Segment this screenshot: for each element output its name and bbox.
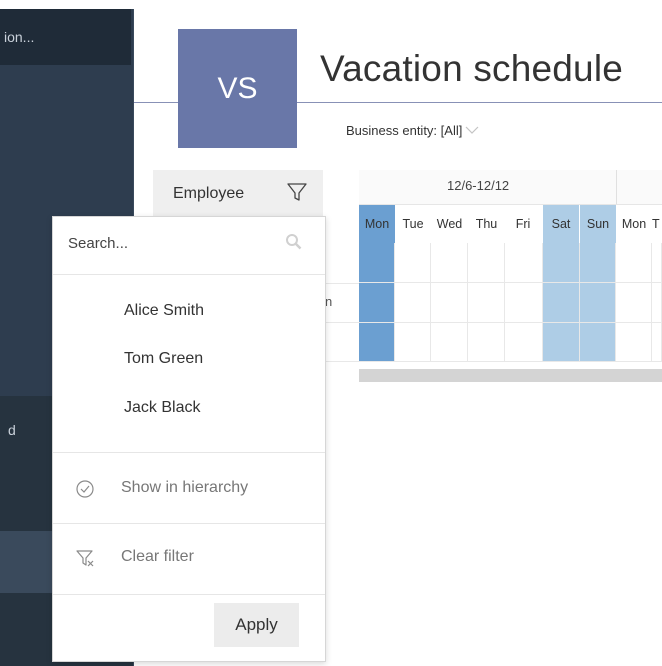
app-logo: VS (178, 29, 297, 148)
clear-filter-option[interactable]: Clear filter (53, 538, 325, 578)
employee-column-header: Employee (153, 170, 323, 216)
grid-cell[interactable] (652, 323, 662, 362)
day-header-sat: Sat (543, 205, 579, 243)
grid-cell[interactable] (543, 323, 580, 362)
day-header-mon: Mon (359, 205, 395, 243)
divider (53, 594, 325, 595)
divider (53, 523, 325, 524)
grid-cell[interactable] (359, 283, 395, 323)
grid-cell[interactable] (431, 283, 468, 323)
nav-item-partial-label: d (8, 422, 16, 438)
grid-cell[interactable] (431, 243, 468, 283)
grid-cell[interactable] (395, 243, 431, 283)
grid-cell[interactable] (505, 323, 543, 362)
day-header-wed: Wed (436, 217, 463, 231)
business-entity-filter[interactable]: Business entity: [All] (346, 123, 479, 138)
grid-cell[interactable] (505, 243, 543, 283)
employee-filter-popup: Alice Smith Tom Green Jack Black Show in… (52, 216, 326, 662)
check-circle-icon (76, 480, 94, 498)
grid-cell[interactable] (395, 323, 431, 362)
chevron-down-icon (465, 126, 479, 134)
divider (53, 274, 325, 275)
divider (53, 452, 325, 453)
day-header-fri: Fri (515, 217, 531, 231)
day-header-tue-2: T (652, 217, 660, 231)
grid-cell[interactable] (652, 243, 662, 283)
day-header-mon-2: Mon (621, 217, 647, 231)
employee-option[interactable]: Jack Black (124, 399, 200, 417)
page-title: Vacation schedule (320, 48, 624, 89)
grid-cell[interactable] (468, 323, 505, 362)
row-separator (323, 322, 359, 323)
employee-header-label: Employee (173, 185, 245, 202)
grid-cell[interactable] (359, 243, 395, 283)
day-header-tue: Tue (402, 217, 424, 231)
grid-cell[interactable] (543, 243, 580, 283)
horizontal-scrollbar[interactable] (359, 369, 662, 382)
grid-cell[interactable] (580, 323, 616, 362)
grid-cell[interactable] (431, 323, 468, 362)
day-header-thu: Thu (475, 217, 498, 231)
week-label: 12/6-12/12 (447, 178, 510, 193)
day-headers: Mon Tue Wed Thu Fri Sat Sun Mon T (359, 205, 662, 243)
grid-cell[interactable] (468, 243, 505, 283)
search-icon (286, 234, 302, 250)
clear-filter-label: Clear filter (121, 548, 194, 565)
grid-cell[interactable] (580, 243, 616, 283)
grid-cell[interactable] (616, 283, 652, 323)
grid-cell[interactable] (543, 283, 580, 323)
nav-item-top[interactable]: ion... (0, 9, 131, 65)
hidden-row-text: n (325, 294, 333, 309)
business-entity-label: Business entity: [All] (346, 123, 463, 138)
row-separator (323, 283, 359, 284)
row-separator (323, 361, 359, 362)
grid-cell[interactable] (616, 323, 652, 362)
grid-cell[interactable] (359, 323, 395, 362)
employee-option[interactable]: Alice Smith (124, 302, 204, 320)
filter-icon[interactable] (286, 181, 308, 203)
show-in-hierarchy-option[interactable]: Show in hierarchy (53, 469, 325, 509)
apply-button[interactable]: Apply (214, 603, 299, 647)
nav-item-top-label: ion... (4, 29, 35, 45)
week-header: 12/6-12/12 (359, 170, 662, 205)
show-in-hierarchy-label: Show in hierarchy (121, 479, 249, 496)
grid-cell[interactable] (616, 243, 652, 283)
grid-cell[interactable] (395, 283, 431, 323)
employee-option[interactable]: Tom Green (124, 350, 203, 368)
week-separator (616, 170, 617, 204)
clear-filter-icon (76, 550, 94, 567)
schedule-grid[interactable] (359, 243, 662, 362)
search-input[interactable] (68, 229, 268, 257)
day-header-sun: Sun (580, 205, 616, 243)
grid-cell[interactable] (580, 283, 616, 323)
grid-cell[interactable] (468, 283, 505, 323)
grid-cell[interactable] (505, 283, 543, 323)
grid-cell[interactable] (652, 283, 662, 323)
